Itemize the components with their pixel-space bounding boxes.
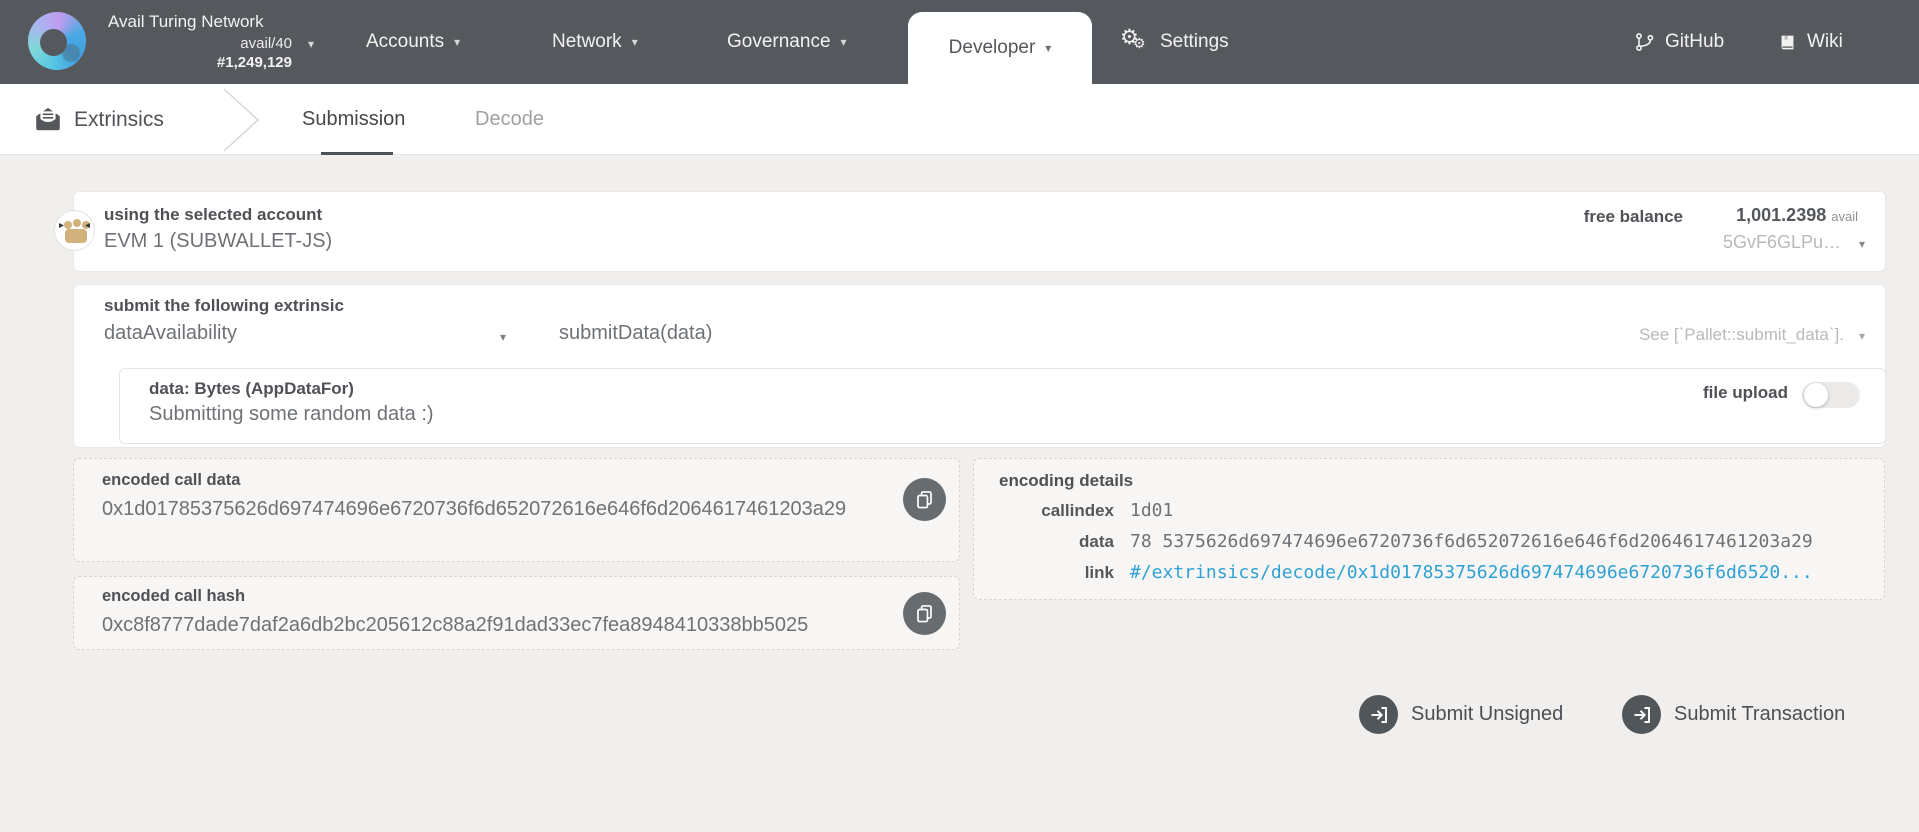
chevron-down-icon[interactable]: ▾	[1859, 237, 1865, 251]
data-param-card: data: Bytes (AppDataFor) Submitting some…	[119, 368, 1886, 444]
copy-call-hash-button[interactable]	[903, 592, 946, 635]
method-doc-hint: See [`Pallet::submit_data`].	[1638, 325, 1844, 344]
selected-account-card: using the selected account EVM 1 (SUBWAL…	[73, 191, 1886, 272]
sign-in-icon	[1359, 695, 1398, 734]
toggle-knob	[1804, 383, 1828, 407]
copy-call-data-button[interactable]	[903, 478, 946, 521]
chevron-down-icon: ▾	[454, 35, 461, 49]
data-row: data 78 5375626d697474696e6720736f6d6520…	[999, 531, 1813, 562]
git-branch-icon	[1636, 33, 1654, 51]
encoded-call-data-value: 0x1d01785375626d697474696e6720736f6d6520…	[102, 498, 847, 520]
section-title: Extrinsics	[74, 107, 164, 131]
data-param-label: data: Bytes (AppDataFor)	[149, 379, 354, 398]
data-param-input[interactable]: Submitting some random data :)	[149, 403, 434, 426]
account-avatar[interactable]	[54, 210, 95, 251]
tab-bar: Extrinsics Submission Decode	[0, 84, 1919, 155]
balance-unit: avail	[1831, 209, 1858, 224]
chevron-down-icon[interactable]: ▾	[1859, 329, 1865, 343]
pallet-select[interactable]: dataAvailability	[104, 322, 237, 345]
callindex-value: 1d01	[1130, 500, 1174, 521]
extrinsics-page: Avail Turing Network avail/40 ▾ #1,249,1…	[0, 0, 1919, 832]
breadcrumb-separator	[223, 88, 260, 152]
copy-icon	[917, 491, 932, 509]
nav-item-accounts[interactable]: Accounts ▾	[366, 0, 460, 84]
nav-item-settings[interactable]: ⚙ ⚙ Settings	[1120, 0, 1229, 84]
submit-unsigned-button[interactable]: Submit Unsigned	[1359, 695, 1563, 734]
encoding-details-rows: callindex 1d01 data 78 5375626d697474696…	[999, 500, 1813, 593]
extrinsic-section-label: submit the following extrinsic	[104, 296, 344, 315]
account-name-select[interactable]: EVM 1 (SUBWALLET-JS)	[104, 230, 332, 253]
submit-transaction-label: Submit Transaction	[1674, 703, 1846, 725]
free-balance-value: 1,001.2398 avail	[1736, 205, 1858, 225]
nav-item-developer-active[interactable]: Developer ▾	[908, 12, 1092, 84]
tab-decode[interactable]: Decode	[475, 84, 544, 155]
link-label: link	[1084, 563, 1114, 582]
free-balance-label: free balance	[1583, 207, 1683, 226]
encoded-call-data-label: encoded call data	[102, 471, 241, 489]
selected-account-label: using the selected account	[104, 205, 323, 224]
encoding-details-box: encoding details callindex 1d01 data 78 …	[973, 458, 1885, 600]
chevron-down-icon[interactable]: ▾	[500, 330, 506, 344]
extrinsics-icon	[36, 107, 60, 131]
chevron-down-icon: ▾	[631, 35, 638, 49]
copy-icon	[917, 605, 932, 623]
runtime-version[interactable]: avail/40 ▾	[108, 35, 314, 52]
encoded-call-data-box: encoded call data 0x1d01785375626d697474…	[73, 458, 960, 562]
chevron-down-icon: ▾	[840, 35, 847, 49]
chevron-down-icon: ▾	[307, 37, 314, 51]
active-tab-underline	[321, 152, 393, 155]
wiki-link[interactable]: Wiki	[1778, 0, 1843, 84]
nav-item-network[interactable]: Network ▾	[552, 0, 638, 84]
submit-transaction-button[interactable]: Submit Transaction	[1622, 695, 1845, 734]
callindex-row: callindex 1d01	[999, 500, 1813, 531]
file-upload-toggle[interactable]	[1802, 382, 1860, 408]
link-row: link #/extrinsics/decode/0x1d01785375626…	[999, 562, 1813, 593]
data-label: data	[1079, 532, 1114, 551]
nav-item-governance[interactable]: Governance ▾	[727, 0, 847, 84]
sign-in-icon	[1622, 695, 1661, 734]
callindex-label: callindex	[1041, 501, 1114, 520]
file-upload-label: file upload	[1703, 383, 1788, 402]
github-link[interactable]: GitHub	[1635, 0, 1724, 84]
encoding-details-label: encoding details	[999, 471, 1134, 490]
network-info[interactable]: Avail Turing Network avail/40 ▾ #1,249,1…	[108, 12, 314, 71]
method-select[interactable]: submitData(data)	[559, 322, 712, 345]
avail-logo-icon[interactable]	[28, 12, 86, 70]
block-number: #1,249,129	[216, 54, 292, 71]
submit-unsigned-label: Submit Unsigned	[1411, 703, 1564, 725]
tab-submission[interactable]: Submission	[302, 84, 405, 155]
header: Avail Turing Network avail/40 ▾ #1,249,1…	[0, 0, 1919, 84]
book-icon	[1781, 35, 1794, 49]
encoded-call-hash-label: encoded call hash	[102, 587, 246, 605]
network-name: Avail Turing Network	[108, 12, 264, 31]
chevron-down-icon: ▾	[1045, 41, 1052, 55]
encoded-call-hash-value: 0xc8f8777dade7daf2a6db2bc205612c88a2f91d…	[102, 614, 809, 636]
extrinsic-card: submit the following extrinsic dataAvail…	[73, 284, 1886, 448]
decode-link[interactable]: #/extrinsics/decode/0x1d01785375626d6974…	[1130, 562, 1813, 583]
account-address-truncated[interactable]: 5GvF6GLPu…	[1723, 232, 1841, 253]
gears-icon: ⚙ ⚙	[1120, 26, 1146, 51]
data-value: 78 5375626d697474696e6720736f6d652072616…	[1130, 531, 1813, 552]
encoded-call-hash-box: encoded call hash 0xc8f8777dade7daf2a6db…	[73, 576, 960, 650]
